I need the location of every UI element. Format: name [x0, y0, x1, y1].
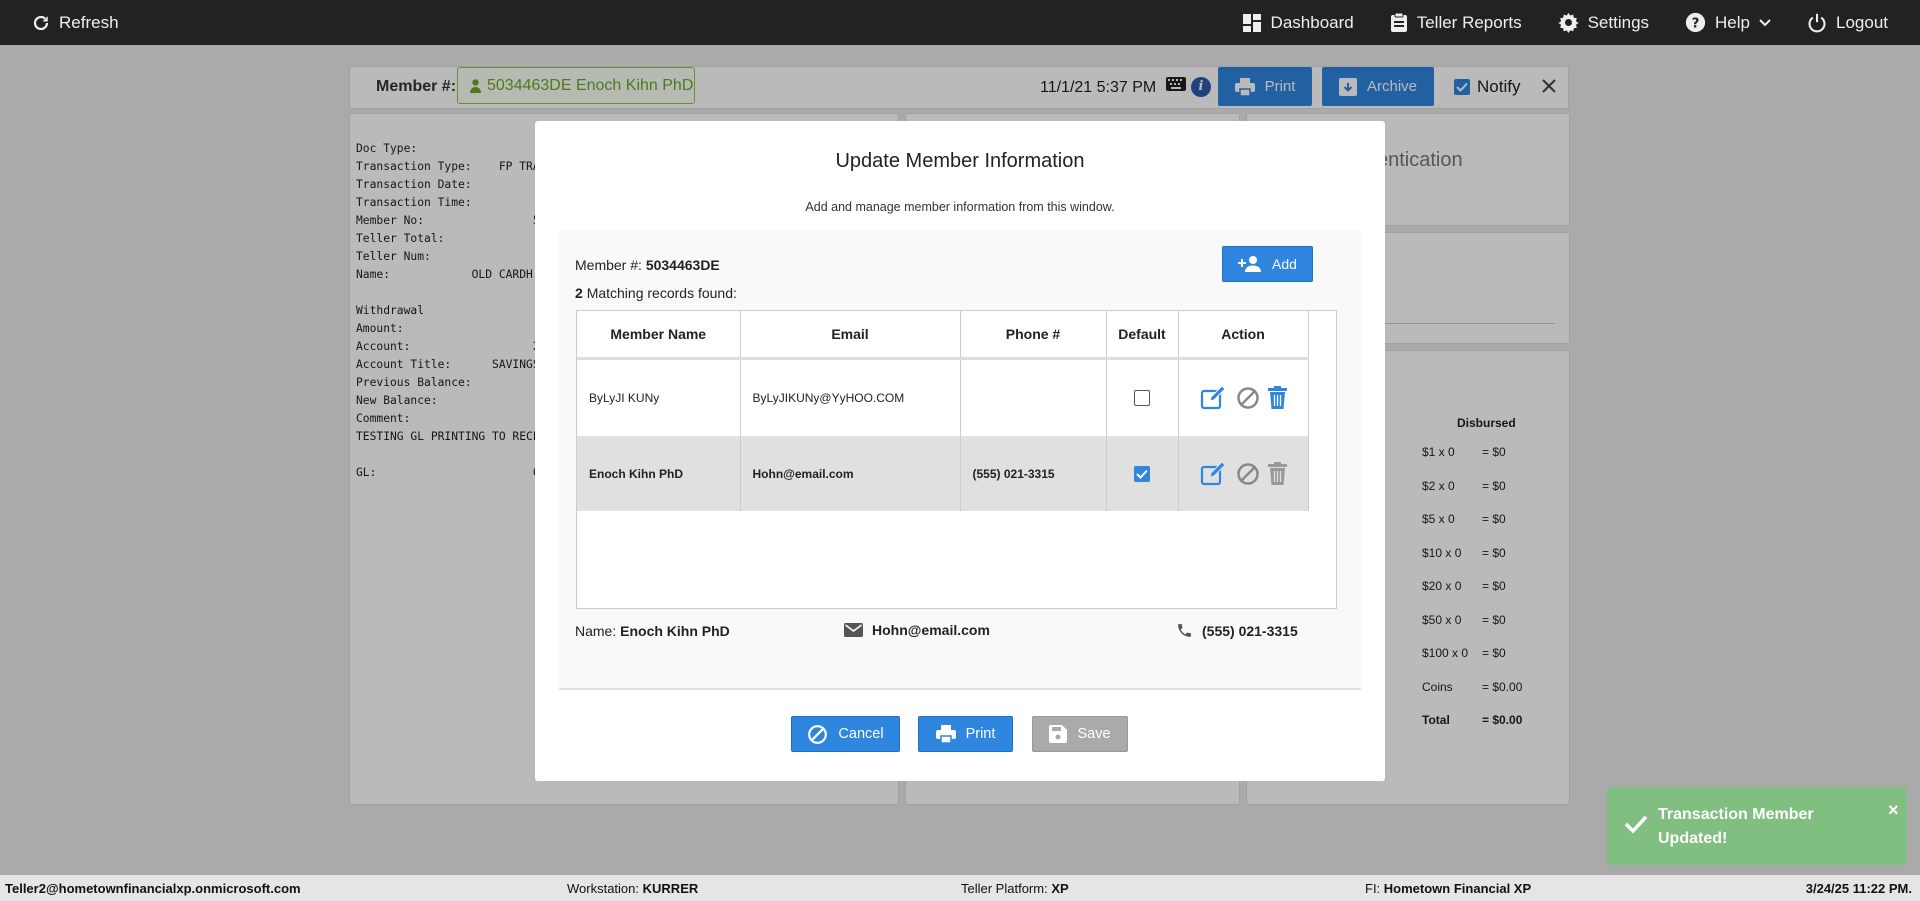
member-number-value: 5034463DE	[645, 257, 720, 273]
member-records-table: Member Name Email Phone # Default Action…	[576, 310, 1337, 609]
gear-icon	[1558, 12, 1579, 33]
cell-email: Hohn@email.com	[740, 436, 961, 511]
help-label: Help	[1715, 12, 1750, 32]
toast-close-button[interactable]: ×	[1888, 800, 1899, 821]
block-icon[interactable]	[1236, 386, 1260, 410]
teller-reports-label: Teller Reports	[1416, 12, 1522, 32]
status-fi: FI: Hometown Financial XP	[1365, 881, 1531, 896]
cancel-icon	[807, 724, 828, 745]
status-user: Teller2@hometownfinancialxp.onmicrosoft.…	[5, 881, 301, 896]
edit-icon[interactable]	[1200, 385, 1228, 410]
settings-nav[interactable]: Settings	[1558, 0, 1649, 45]
check-icon	[1624, 814, 1648, 834]
chevron-down-icon	[1759, 17, 1771, 29]
cancel-label: Cancel	[838, 726, 884, 742]
summary-email-value: Hohn@email.com	[872, 622, 990, 638]
add-member-button[interactable]: Add	[1222, 246, 1313, 282]
dashboard-icon	[1242, 13, 1262, 33]
workstation-value: KURRER	[642, 881, 699, 896]
modal-title: Update Member Information	[835, 150, 1085, 172]
logout-nav[interactable]: Logout	[1807, 0, 1888, 45]
status-platform: Teller Platform: XP	[961, 881, 1069, 896]
cell-action	[1178, 358, 1309, 437]
save-button[interactable]: Save	[1032, 716, 1128, 752]
refresh-label: Refresh	[59, 12, 119, 32]
teller-reports-nav[interactable]: Teller Reports	[1390, 0, 1522, 45]
modal-subtitle: Add and manage member information from t…	[805, 200, 1115, 214]
block-icon[interactable]	[1236, 462, 1260, 486]
settings-label: Settings	[1587, 12, 1650, 32]
trash-icon[interactable]	[1267, 386, 1287, 409]
table-header-row: Member Name Email Phone # Default Action	[577, 311, 1309, 360]
success-toast: Transaction Member Updated! ×	[1607, 787, 1907, 865]
member-records-section: Member #: 5034463DE 2 Matching records f…	[559, 230, 1361, 690]
cell-member-name: ByLyJI KUNy	[577, 358, 741, 437]
cell-email: ByLyJIKUNy@YyHOO.COM	[740, 358, 961, 437]
dashboard-nav[interactable]: Dashboard	[1242, 0, 1354, 45]
add-label: Add	[1272, 256, 1297, 272]
print-label: Print	[965, 726, 996, 742]
summary-name-value: Enoch Kihn PhD	[620, 623, 730, 639]
printer-icon	[935, 725, 956, 743]
summary-name: Name: Enoch Kihn PhD	[575, 623, 730, 639]
member-number-label: Member #:	[575, 257, 642, 273]
help-nav[interactable]: ? Help	[1685, 0, 1771, 45]
summary-email: Hohn@email.com	[844, 622, 990, 638]
member-number: Member #: 5034463DE	[575, 257, 720, 273]
toast-message: Transaction Member Updated!	[1658, 806, 1814, 847]
trash-icon-disabled	[1267, 462, 1287, 486]
workstation-label: Workstation:	[567, 881, 640, 896]
status-bar: Teller2@hometownfinancialxp.onmicrosoft.…	[0, 875, 1920, 901]
match-count: 2 Matching records found:	[575, 285, 737, 301]
column-header-member-name[interactable]: Member Name	[577, 311, 741, 360]
column-header-default[interactable]: Default	[1106, 311, 1179, 360]
edit-icon[interactable]	[1200, 461, 1228, 486]
logout-label: Logout	[1836, 12, 1888, 32]
cell-member-name: Enoch Kihn PhD	[577, 436, 741, 511]
match-count-text: Matching records found:	[586, 285, 737, 301]
cell-phone: (555) 021-3315	[960, 436, 1107, 511]
cancel-button[interactable]: Cancel	[791, 716, 900, 752]
update-member-modal: Update Member Information Add and manage…	[535, 121, 1385, 781]
default-checkbox[interactable]	[1134, 389, 1150, 406]
summary-phone: (555) 021-3315	[1176, 622, 1298, 639]
help-icon: ?	[1685, 12, 1706, 33]
top-nav-bar: Refresh Dashboard Teller Reports Setting…	[0, 0, 1920, 45]
save-label: Save	[1077, 726, 1111, 742]
status-datetime: 3/24/25 11:22 PM.	[1805, 881, 1912, 896]
column-header-phone[interactable]: Phone #	[960, 311, 1107, 360]
add-user-icon	[1238, 256, 1262, 272]
clipboard-icon	[1390, 12, 1408, 33]
floppy-icon	[1049, 725, 1068, 743]
phone-icon	[1176, 622, 1193, 639]
column-header-action[interactable]: Action	[1178, 311, 1309, 360]
cell-default	[1106, 358, 1179, 437]
refresh-icon	[32, 14, 50, 32]
refresh-button[interactable]: Refresh	[32, 0, 119, 45]
cell-default	[1106, 436, 1179, 511]
envelope-icon	[844, 623, 863, 637]
status-workstation: Workstation: KURRER	[567, 881, 698, 896]
fi-value: Hometown Financial XP	[1383, 881, 1532, 896]
svg-text:?: ?	[1692, 16, 1700, 31]
column-header-email[interactable]: Email	[740, 311, 961, 360]
power-icon	[1807, 13, 1827, 33]
table-row-selected[interactable]: Enoch Kihn PhD Hohn@email.com (555) 021-…	[577, 436, 1309, 511]
table-row[interactable]: ByLyJI KUNy ByLyJIKUNy@YyHOO.COM	[577, 358, 1309, 437]
match-count-value: 2	[575, 285, 583, 301]
summary-phone-value: (555) 021-3315	[1202, 622, 1298, 639]
default-checkbox-checked[interactable]	[1134, 465, 1150, 482]
summary-name-label: Name:	[575, 623, 617, 639]
fi-label: FI:	[1365, 881, 1381, 896]
cell-action	[1178, 436, 1309, 511]
print-button[interactable]: Print	[918, 716, 1013, 752]
cell-phone	[960, 358, 1107, 437]
platform-value: XP	[1051, 881, 1069, 896]
platform-label: Teller Platform:	[961, 881, 1048, 896]
dashboard-label: Dashboard	[1270, 12, 1354, 32]
